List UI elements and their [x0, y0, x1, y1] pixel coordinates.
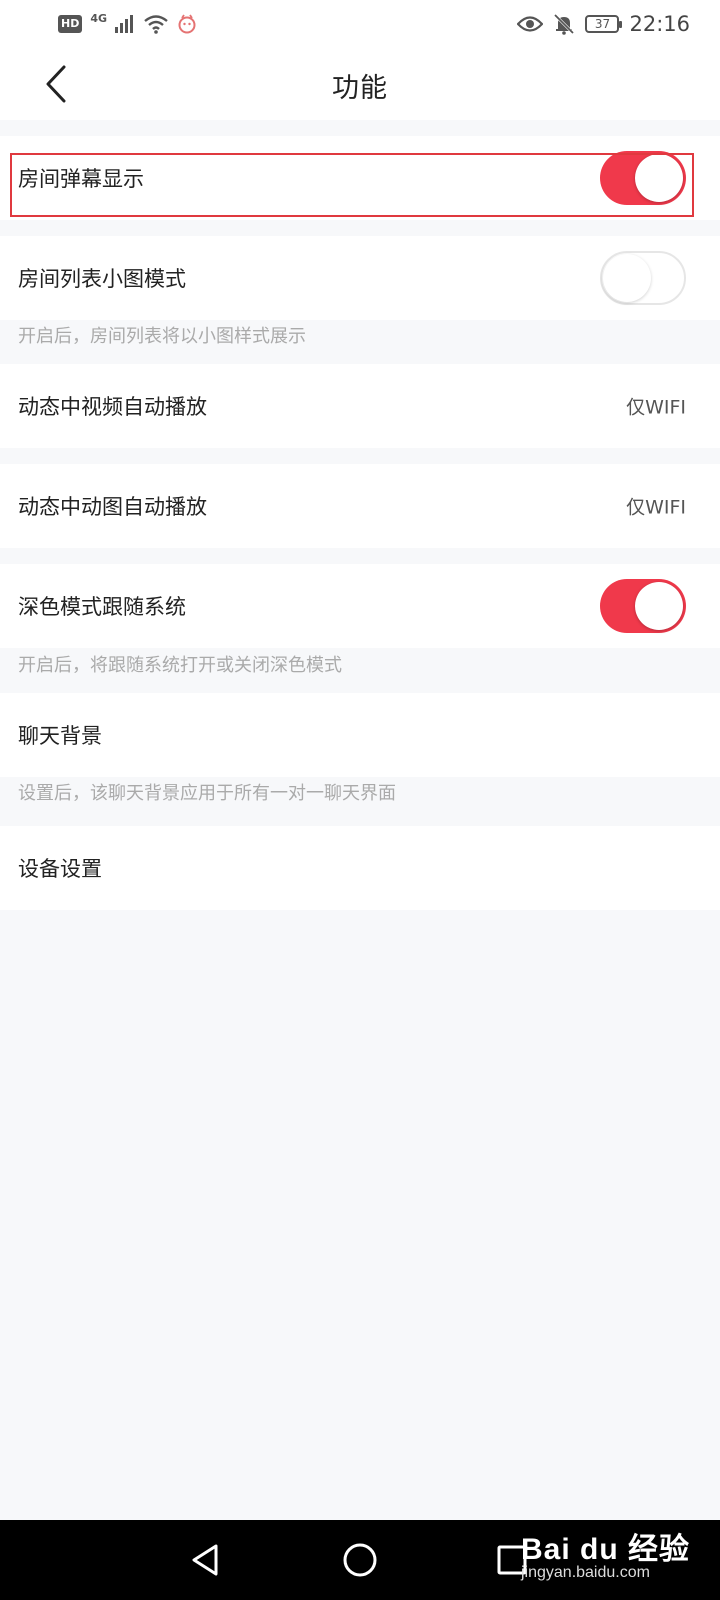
header-bar: 功能 [0, 52, 720, 120]
battery-indicator: 37 [585, 15, 623, 33]
setting-device-settings[interactable]: 设备设置 [0, 826, 720, 910]
setting-description: 开启后，将跟随系统打开或关闭深色模式 [18, 655, 342, 676]
setting-label: 深色模式跟随系统 [18, 595, 186, 619]
dark-mode-follow-toggle[interactable] [600, 579, 686, 633]
setting-value: 仅WIFI [626, 396, 686, 419]
wifi-icon [144, 15, 168, 34]
setting-video-autoplay[interactable]: 动态中视频自动播放 仅WIFI [0, 364, 720, 448]
setting-value: 仅WIFI [626, 496, 686, 519]
room-danmaku-toggle[interactable] [600, 151, 686, 205]
page-title: 功能 [332, 73, 388, 104]
system-nav-bar: Bai du 经验 jingyan.baidu.com [0, 1520, 720, 1600]
setting-description: 设置后，该聊天背景应用于所有一对一聊天界面 [18, 783, 396, 804]
clock: 22:16 [629, 12, 690, 36]
setting-description: 开启后，房间列表将以小图样式展示 [18, 326, 306, 347]
baidu-jingyan-watermark: Bai du 经验 jingyan.baidu.com [521, 1524, 690, 1582]
toggle-knob [603, 254, 651, 302]
nav-back-button[interactable] [186, 1540, 226, 1580]
app-notification-icon [178, 14, 196, 34]
setting-label: 动态中动图自动播放 [18, 495, 207, 519]
setting-label: 设备设置 [18, 857, 102, 881]
network-type: 4G [90, 11, 108, 25]
toggle-knob [635, 154, 683, 202]
status-right: 37 22:16 [517, 12, 690, 36]
triangle-back-icon [192, 1544, 218, 1576]
circle-home-icon [343, 1543, 377, 1577]
watermark-brand: Bai du 经验 [520, 1533, 690, 1566]
status-bar: HD 4G 37 22:16 [0, 0, 720, 52]
setting-dark-mode-follow: 深色模式跟随系统 [0, 564, 720, 648]
hd-badge: HD [58, 15, 83, 33]
toggle-knob [635, 582, 683, 630]
battery-level: 37 [594, 17, 611, 31]
setting-room-danmaku: 房间弹幕显示 [0, 136, 720, 220]
nav-home-button[interactable] [340, 1540, 380, 1580]
room-list-small-mode-toggle[interactable] [600, 251, 686, 305]
eye-icon [517, 16, 544, 32]
setting-chat-background[interactable]: 聊天背景 [0, 693, 720, 777]
setting-label: 聊天背景 [18, 724, 102, 748]
setting-label: 房间弹幕显示 [18, 167, 144, 191]
setting-label: 动态中视频自动播放 [18, 395, 207, 419]
setting-room-list-small-mode: 房间列表小图模式 [0, 236, 720, 320]
signal-icon [115, 15, 134, 33]
setting-label: 房间列表小图模式 [18, 267, 186, 291]
bell-muted-icon [554, 13, 575, 35]
status-left: HD 4G [58, 11, 197, 34]
setting-gif-autoplay[interactable]: 动态中动图自动播放 仅WIFI [0, 464, 720, 548]
